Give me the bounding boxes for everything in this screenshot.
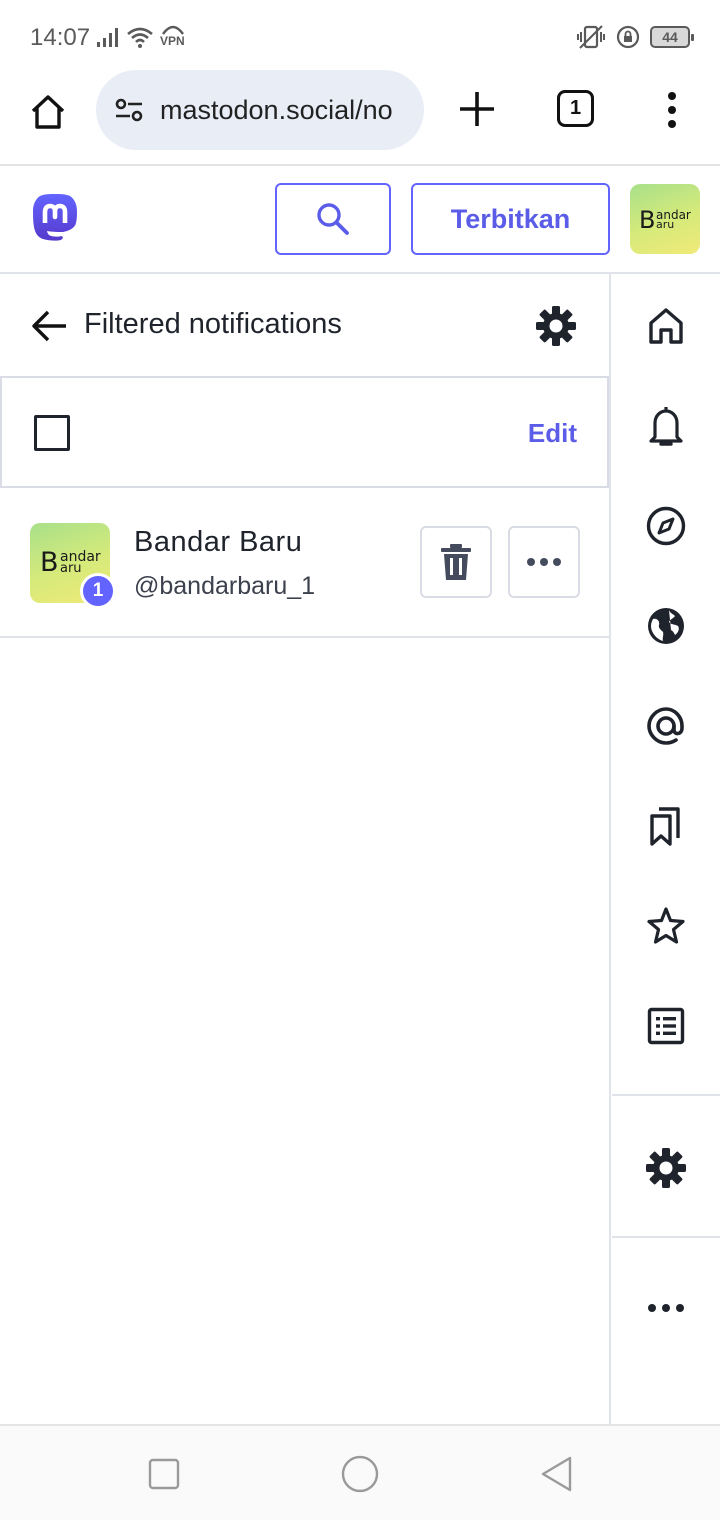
compass-icon — [646, 506, 686, 546]
nav-notifications[interactable] — [612, 376, 720, 476]
publish-button[interactable]: Terbitkan — [411, 183, 610, 255]
nav-bookmarks[interactable] — [612, 776, 720, 876]
system-navigation-bar — [0, 1424, 720, 1520]
signal-icon — [97, 28, 118, 47]
nav-favourites[interactable] — [612, 876, 720, 976]
wifi-icon — [127, 27, 153, 48]
nav-explore[interactable] — [612, 476, 720, 576]
search-icon — [317, 203, 349, 235]
lock-rotation-icon — [616, 25, 640, 49]
select-all-checkbox[interactable] — [34, 415, 70, 451]
browser-menu-button[interactable] — [660, 88, 684, 132]
globe-icon — [648, 608, 684, 644]
browser-toolbar: mastodon.social/no 1 — [0, 68, 720, 166]
bookmarks-icon — [650, 807, 680, 846]
column-settings-button[interactable] — [534, 304, 578, 348]
star-icon — [647, 907, 685, 944]
avatar-line2: aru — [656, 218, 675, 231]
list-icon — [647, 1007, 685, 1045]
page-title: Filtered notifications — [84, 308, 342, 340]
url-text[interactable]: mastodon.social/no — [160, 95, 393, 126]
status-left-icons: VPN — [96, 22, 186, 52]
trash-icon — [441, 544, 471, 580]
vpn-label: VPN — [160, 34, 185, 48]
status-time: 14:07 — [30, 24, 91, 51]
gear-icon — [536, 306, 576, 346]
search-button[interactable] — [275, 183, 391, 255]
new-tab-button[interactable] — [454, 86, 500, 132]
plus-icon — [460, 92, 494, 126]
url-bar[interactable]: mastodon.social/no — [96, 70, 424, 150]
menu-dot — [668, 120, 676, 128]
status-right-icons: 44 — [576, 22, 694, 52]
status-bar: 14:07 VPN 44 — [0, 0, 720, 72]
edit-button[interactable]: Edit — [528, 418, 577, 449]
nav-home[interactable] — [612, 276, 720, 376]
avatar-line2: aru — [60, 561, 82, 576]
home-icon — [31, 95, 65, 129]
vpn-indicator: VPN — [160, 22, 186, 52]
request-more-button[interactable] — [508, 526, 580, 598]
more-icon — [648, 1304, 684, 1312]
notification-request-row[interactable]: B andar aru 1 Bandar Baru @bandarbaru_1 — [0, 488, 609, 638]
request-handle: @bandarbaru_1 — [134, 572, 316, 600]
square-icon — [148, 1458, 180, 1490]
column-header: Filtered notifications — [0, 274, 609, 376]
nav-divider — [612, 1094, 720, 1096]
battery-level: 44 — [662, 29, 678, 45]
selection-bar: Edit — [0, 376, 609, 488]
tab-switcher-button[interactable]: 1 — [557, 90, 594, 127]
menu-dot — [668, 92, 676, 100]
app-header: Terbitkan B andar aru — [0, 166, 720, 274]
bell-icon — [649, 407, 683, 446]
site-settings-icon[interactable] — [112, 93, 146, 127]
tab-count: 1 — [569, 97, 582, 119]
home-icon — [649, 308, 683, 344]
triangle-back-icon — [541, 1456, 572, 1492]
back-button[interactable] — [30, 306, 70, 346]
at-icon — [647, 707, 684, 745]
recent-apps-button[interactable] — [142, 1452, 186, 1496]
request-avatar[interactable]: B andar aru 1 — [30, 523, 116, 609]
nav-live-feeds[interactable] — [612, 576, 720, 676]
filtered-notifications-column: Filtered notifications Edit B andar aru … — [0, 274, 611, 1424]
avatar-letter: B — [639, 206, 656, 234]
profile-avatar[interactable]: B andar aru — [630, 184, 700, 254]
home-system-button[interactable] — [338, 1452, 382, 1496]
back-system-button[interactable] — [534, 1452, 578, 1496]
battery-indicator: 44 — [650, 26, 694, 48]
nav-lists[interactable] — [612, 976, 720, 1076]
arrow-left-icon — [32, 310, 66, 342]
browser-home-button[interactable] — [22, 86, 74, 138]
navigation-rail — [612, 274, 720, 1424]
nav-more[interactable] — [612, 1258, 720, 1358]
menu-dot — [668, 106, 676, 114]
nav-divider — [612, 1236, 720, 1238]
avatar-letter: B — [40, 547, 59, 578]
nav-preferences[interactable] — [612, 1118, 720, 1218]
request-display-name[interactable]: Bandar Baru — [134, 526, 302, 559]
circle-icon — [341, 1455, 379, 1493]
dismiss-request-button[interactable] — [420, 526, 492, 598]
mastodon-logo[interactable] — [30, 194, 80, 246]
gear-icon — [646, 1148, 686, 1188]
more-icon — [527, 558, 561, 566]
mastodon-logo-icon — [33, 194, 77, 241]
vibrate-icon — [577, 25, 605, 49]
request-count-badge: 1 — [80, 573, 116, 609]
nav-mentions[interactable] — [612, 676, 720, 776]
